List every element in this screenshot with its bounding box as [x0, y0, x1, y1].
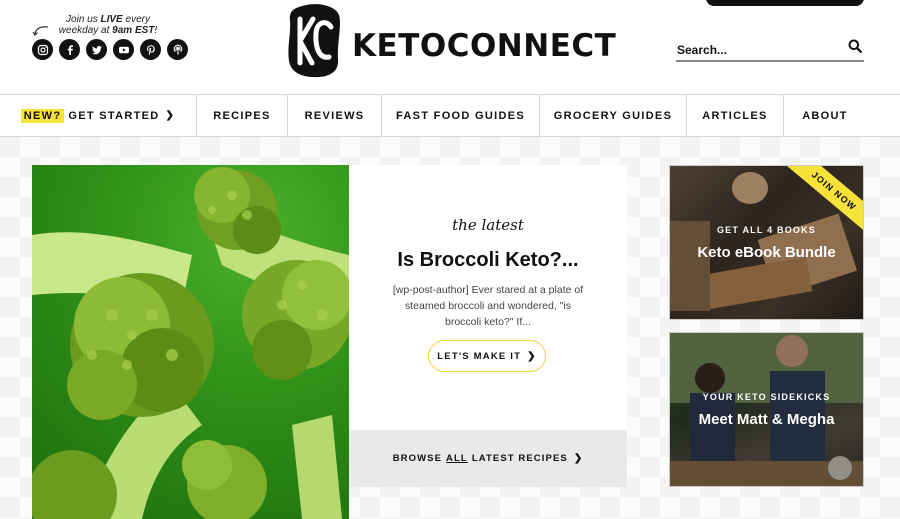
browse-latest-recipes-link[interactable]: BROWSE ALL LATEST RECIPES ❯ [349, 430, 627, 487]
latest-post-card: the latest Is Broccoli Keto?... [wp-post… [349, 165, 627, 430]
facebook-icon[interactable] [59, 39, 80, 60]
new-badge: NEW? [20, 108, 65, 123]
ketoconnect-logo-icon[interactable] [285, 3, 343, 79]
card-kicker: YOUR KETO SIDEKICKS [702, 392, 831, 402]
youtube-icon[interactable] [113, 39, 134, 60]
search-icon[interactable] [848, 39, 862, 53]
main-nav: NEW? GET STARTED ❯ RECIPES REVIEWS FAST … [0, 94, 900, 137]
nav-item-get-started[interactable]: NEW? GET STARTED ❯ [0, 95, 197, 136]
meet-matt-megha-card[interactable]: YOUR KETO SIDEKICKS Meet Matt & Megha [669, 332, 864, 487]
browse-label-all: ALL [446, 453, 468, 464]
top-cta-pill[interactable] [706, 0, 864, 6]
broccoli-photo[interactable] [32, 165, 349, 519]
post-excerpt: [wp-post-author] Ever stared at a plate … [392, 284, 584, 328]
nav-label: GET STARTED [68, 109, 160, 122]
nav-item-fast-food-guides[interactable]: FAST FOOD GUIDES [382, 95, 540, 136]
card-kicker: GET ALL 4 BOOKS [716, 225, 816, 235]
nav-item-reviews[interactable]: REVIEWS [288, 95, 382, 136]
button-label: LET'S MAKE IT [437, 350, 522, 362]
card-title: Meet Matt & Megha [698, 411, 835, 428]
chevron-right-icon: ❯ [573, 453, 584, 464]
nav-item-recipes[interactable]: RECIPES [197, 95, 288, 136]
social-links [32, 39, 188, 60]
nav-item-grocery-guides[interactable]: GROCERY GUIDES [540, 95, 687, 136]
ebook-bundle-card[interactable]: JOIN NOW GET ALL 4 BOOKS Keto eBook Bund… [669, 165, 864, 320]
podcast-icon[interactable] [167, 39, 188, 60]
live-schedule-note: Join us LIVE every weekday at 9am EST! [58, 14, 158, 36]
latest-kicker: the latest [452, 216, 524, 234]
image-overlay [670, 333, 863, 486]
lets-make-it-button[interactable]: LET'S MAKE IT ❯ [428, 340, 546, 372]
nav-item-articles[interactable]: ARTICLES [687, 95, 784, 136]
browse-label-end: LATEST RECIPES [471, 453, 568, 464]
chevron-right-icon: ❯ [165, 110, 176, 121]
search-bar[interactable]: Search... [676, 36, 864, 62]
browse-label-start: BROWSE [392, 453, 443, 464]
site-header: Join us LIVE every weekday at 9am EST! K… [0, 0, 900, 95]
twitter-icon[interactable] [86, 39, 107, 60]
card-title: Keto eBook Bundle [697, 244, 836, 261]
instagram-icon[interactable] [32, 39, 53, 60]
logo-wordmark[interactable]: KETOCONNECT [352, 28, 616, 64]
chevron-right-icon: ❯ [527, 350, 537, 362]
post-title[interactable]: Is Broccoli Keto?... [349, 249, 627, 272]
nav-item-about[interactable]: ABOUT [784, 95, 866, 136]
pinterest-icon[interactable] [140, 39, 161, 60]
search-input[interactable]: Search... [677, 43, 727, 57]
